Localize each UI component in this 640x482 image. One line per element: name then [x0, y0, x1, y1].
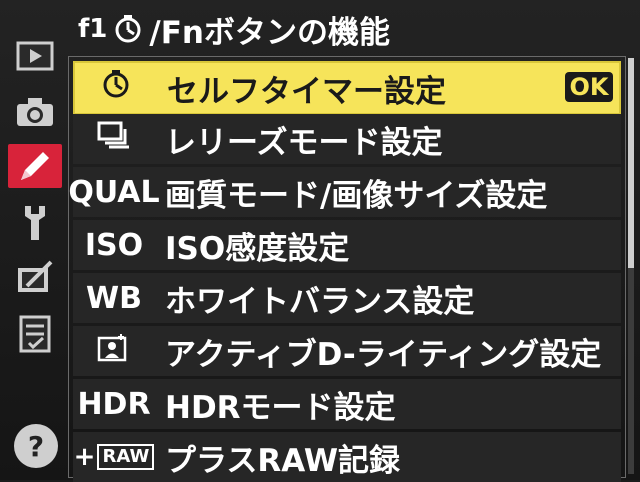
menu-item-code: [75, 63, 157, 113]
menu-item-code: [73, 114, 155, 164]
menu-item-hdr[interactable]: HDR HDRモード設定: [73, 379, 621, 429]
menu-item-white-balance[interactable]: WB ホワイトバランス設定: [73, 273, 621, 323]
menu-header: f1 /Fnボタンの機能: [78, 6, 610, 52]
ok-badge: OK: [565, 72, 613, 102]
shooting-menu-icon: [15, 95, 55, 129]
raw-badge: RAW: [97, 444, 155, 470]
wrench-icon: [17, 202, 53, 242]
menu-item-release-mode[interactable]: レリーズモード設定: [73, 114, 621, 164]
camera-menu-screen: f1 /Fnボタンの機能 ? セルフタイマー設定 OK レリーズモード設定 QU…: [0, 0, 640, 482]
menu-sidebar: [8, 32, 66, 362]
self-timer-icon: [113, 14, 143, 44]
tab-playback[interactable]: [8, 34, 62, 78]
menu-item-active-d-lighting[interactable]: アクティブD-ライティング設定: [73, 326, 621, 376]
menu-list: セルフタイマー設定 OK レリーズモード設定 QUAL 画質モード/画像サイズ設…: [68, 56, 626, 482]
help-button[interactable]: ?: [14, 424, 58, 468]
tab-setup[interactable]: [8, 200, 62, 244]
menu-item-label: 画質モード/画像サイズ設定: [165, 177, 548, 214]
my-menu-icon: [17, 314, 53, 354]
menu-item-code: [73, 326, 155, 376]
menu-item-label: セルフタイマー設定: [167, 73, 446, 110]
active-d-lighting-icon: [97, 332, 131, 370]
menu-item-label: アクティブD-ライティング設定: [165, 336, 602, 373]
page-title: /Fnボタンの機能: [149, 14, 390, 51]
menu-code: f1: [78, 14, 108, 44]
menu-item-plus-raw[interactable]: + RAW プラスRAW記録: [73, 432, 621, 482]
retouch-menu-icon: [15, 260, 55, 296]
menu-item-code: ISO: [84, 227, 144, 263]
tab-custom-settings[interactable]: [8, 144, 62, 188]
menu-item-label: レリーズモード設定: [165, 124, 443, 161]
release-mode-icon: [97, 121, 131, 157]
pencil-icon: [15, 146, 55, 186]
tab-my-menu[interactable]: [8, 312, 62, 356]
menu-item-code: HDR: [77, 386, 151, 422]
plus-sign: +: [73, 442, 96, 472]
menu-item-label: ISO感度設定: [165, 230, 350, 267]
scrollbar-thumb[interactable]: [628, 58, 634, 268]
menu-item-label: HDRモード設定: [165, 389, 396, 426]
menu-item-iso[interactable]: ISO ISO感度設定: [73, 220, 621, 270]
self-timer-icon: [100, 68, 132, 108]
tab-retouch[interactable]: [8, 256, 62, 300]
playback-menu-icon: [15, 40, 55, 72]
menu-item-self-timer[interactable]: セルフタイマー設定 OK: [73, 61, 621, 115]
menu-item-code: + RAW: [73, 432, 155, 482]
menu-item-quality[interactable]: QUAL 画質モード/画像サイズ設定: [68, 167, 621, 217]
menu-item-code: QUAL: [68, 174, 160, 210]
menu-item-label: ホワイトバランス設定: [165, 283, 475, 320]
menu-item-code: WB: [86, 280, 142, 316]
menu-item-label: プラスRAW記録: [165, 442, 401, 479]
scrollbar[interactable]: [628, 58, 634, 474]
tab-shooting[interactable]: [8, 90, 62, 134]
